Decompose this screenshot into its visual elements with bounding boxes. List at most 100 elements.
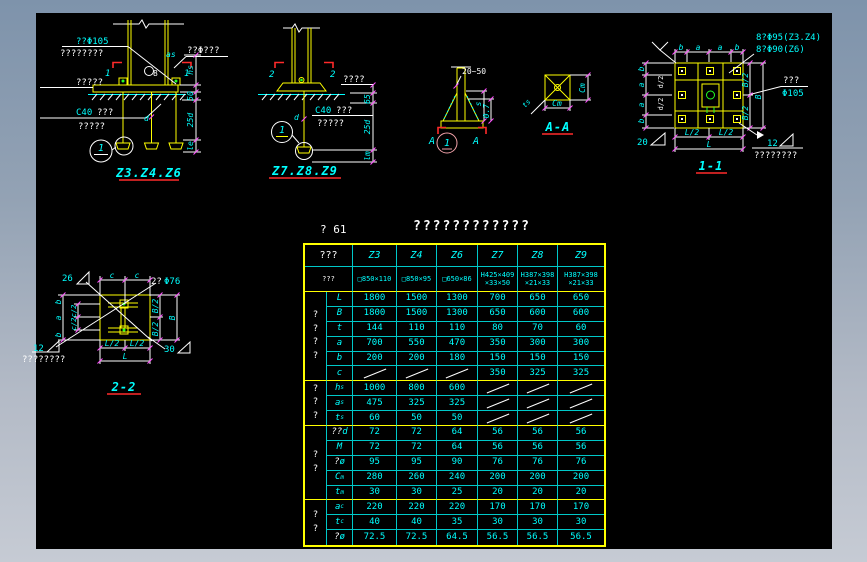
table-cell [478,381,518,397]
table-cell: 350 [478,336,518,352]
table-cell: 90 [437,455,478,471]
table-cell: 1800 [353,306,397,322]
table-cell: 50 [437,411,478,427]
table-row-symbol: L [327,292,353,307]
table-cell: 72 [353,440,397,456]
table-cell: 600 [437,381,478,397]
table-cell: 700 [353,336,397,352]
table-cell: 25 [437,485,478,501]
table-col-header: Z4 [397,245,437,267]
table-cell: 64.5 [437,530,478,545]
table-cell: 150 [558,352,604,367]
table-cell: 300 [518,336,558,352]
table-cell [558,396,604,412]
table-row-symbol: ? ø [327,455,353,471]
table-cell: 220 [353,500,397,516]
table-cell: 325 [518,366,558,382]
table-cell: 56.5 [478,530,518,545]
table-row-symbol: as [327,396,353,412]
table-cell: 72 [397,426,437,441]
table-row-symbol: ? ø [327,530,353,545]
table-cell: 470 [437,336,478,352]
table-cell: 650 [478,306,518,322]
table-cell: 550 [397,336,437,352]
table-cell [518,396,558,412]
table-cell: 56 [558,441,604,456]
table-cell [558,411,604,427]
table-cell: 50 [397,411,437,427]
table-cell: 56 [518,440,558,456]
table-cell: 180 [437,351,478,367]
table-col-header: Z7 [478,245,518,267]
table-cell [558,381,604,397]
table-cell [518,381,558,397]
table-section-label: ??? [305,267,353,292]
table-cell: 200 [478,470,518,486]
table-cell: 170 [478,500,518,516]
table-title: ???????????? [413,219,531,234]
table-cell: 260 [397,470,437,486]
table-cell: 1500 [397,292,437,307]
table-cell [397,366,437,382]
table-row-symbol: tc [327,515,353,531]
table-cell: 144 [353,321,397,337]
table-cell: 64 [437,426,478,441]
table-cell: 325 [558,366,604,382]
table-cell: 170 [558,500,604,516]
table-col-header: Z6 [437,245,478,267]
table-cell [518,411,558,427]
table-cell [353,366,397,382]
table-cell: 30 [478,515,518,531]
table-cell: 95 [353,455,397,471]
table-section-value: □850×110 [353,267,397,292]
table-col-header: Z8 [518,245,558,267]
table-cell: 800 [397,381,437,397]
table-cell: 200 [353,351,397,367]
table-cell: 20 [478,485,518,501]
table-cell: 95 [397,455,437,471]
table-cell: 30 [518,515,558,531]
table-cell: 76 [518,455,558,471]
table-cell: 220 [397,500,437,516]
table-row-symbol: a [327,336,353,352]
table-cell: 56 [478,426,518,441]
table-cell: 40 [397,515,437,531]
table-cell: 40 [353,515,397,531]
table-cell: 150 [478,351,518,367]
table-cell: 80 [478,321,518,337]
table-section-value: H425×409 ×33×50 [478,267,518,292]
table-group-label: ? ? [305,500,327,545]
table-row-symbol: B [327,306,353,322]
table-col-header: Z9 [558,245,604,267]
table-cell: 110 [437,321,478,337]
table-cell: 150 [518,351,558,367]
table-cell: 72.5 [397,530,437,545]
table-cell [478,396,518,412]
table-cell: 20 [518,485,558,501]
table-cell: 325 [397,396,437,412]
table-cell: 1300 [437,292,478,307]
table-cell: 240 [437,470,478,486]
table-row-symbol: tm [327,485,353,501]
table-row-symbol: ?? d [327,426,353,441]
table-cell: 56 [478,440,518,456]
table-cell: 475 [353,396,397,412]
table-cell: 170 [518,500,558,516]
table-cell: 56 [558,426,604,441]
table-cell: 200 [397,351,437,367]
table-cell: 20 [558,486,604,501]
parameter-table: ??? Z3 Z4 Z6 Z7 Z8 Z9??? □850×110 □850×95 □650×86… [303,243,606,547]
table-col-header: Z3 [353,245,397,267]
table-cell: 325 [437,396,478,412]
table-cell: 300 [558,337,604,352]
table-cell: 76 [558,456,604,471]
table-cell: 56 [518,426,558,441]
table-cell: 350 [478,366,518,382]
table-cell [478,411,518,427]
table-cell: 200 [558,471,604,486]
table-cell: 76 [478,455,518,471]
table-cell: 600 [518,306,558,322]
table-section-value: □850×95 [397,267,437,292]
table-cell: 70 [518,321,558,337]
table-cell: 1000 [353,381,397,397]
